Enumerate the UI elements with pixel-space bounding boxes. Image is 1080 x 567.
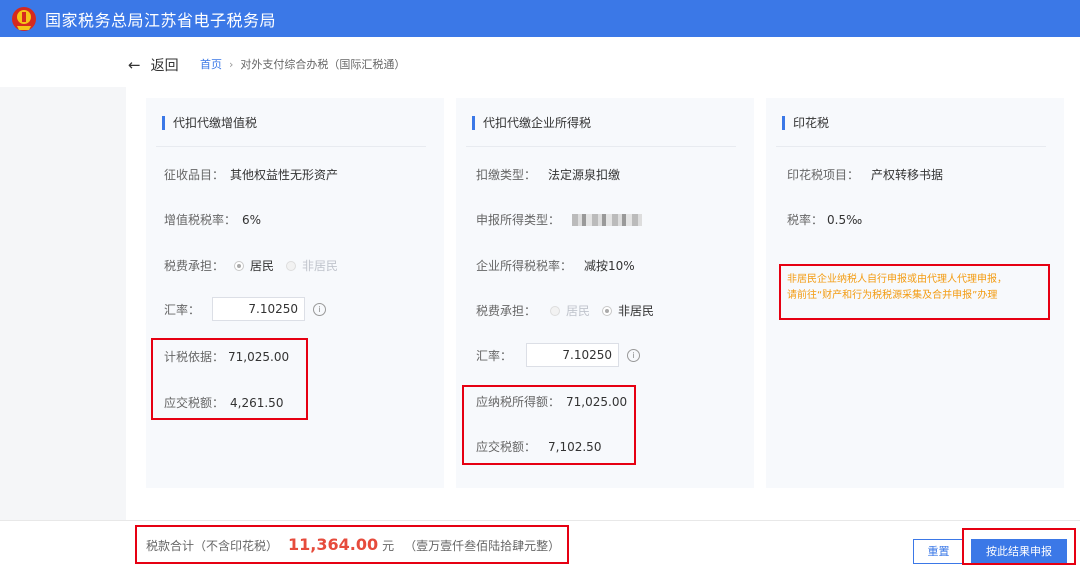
top-header: 国家税务总局江苏省电子税务局 — [0, 0, 1080, 37]
vat-bearer-nonresident-label: 非居民 — [302, 259, 339, 273]
cit-bearer-row: 税费承担： 居民 非居民 — [476, 302, 654, 319]
redacted-value — [572, 213, 643, 226]
cit-type-value: 法定源泉扣缴 — [548, 168, 621, 182]
stamp-item-label: 印花税项目： — [787, 168, 860, 182]
radio-checked-icon — [234, 260, 245, 271]
vat-card-title: 代扣代缴增值税 — [162, 116, 257, 130]
cit-fx-label: 汇率： — [476, 348, 513, 363]
cit-bearer-nonresident-label: 非居民 — [618, 304, 655, 318]
vat-bearer-row: 税费承担： 居民 非居民 — [164, 257, 338, 274]
cit-bearer-label: 税费承担： — [476, 304, 537, 318]
cit-rate-value: 减按10% — [584, 259, 635, 273]
divider — [776, 146, 1046, 147]
highlight-box — [151, 338, 308, 420]
radio-unchecked-icon — [550, 305, 561, 316]
breadcrumb-current: 对外支付综合办税（国际汇税通） — [240, 58, 406, 71]
breadcrumb-separator: › — [229, 57, 234, 71]
cit-income-type-row: 申报所得类型： — [476, 211, 643, 228]
back-label: 返回 — [150, 58, 179, 74]
nav-bar: ← 返回 首页 › 对外支付综合办税（国际汇税通） — [0, 37, 1080, 87]
stamp-item-row: 印花税项目： 产权转移书据 — [787, 166, 943, 183]
site-title: 国家税务总局江苏省电子税务局 — [45, 10, 277, 30]
cit-fx-input[interactable]: 7.10250 — [526, 343, 620, 367]
breadcrumb-home-link[interactable]: 首页 — [200, 56, 222, 72]
back-button[interactable]: ← 返回 — [128, 55, 179, 75]
breadcrumb: 首页 › 对外支付综合办税（国际汇税通） — [200, 56, 405, 72]
cit-fx-row: 汇率： 7.10250 i — [476, 343, 641, 367]
stamp-rate-row: 税率： 0.5‰ — [787, 211, 862, 228]
vat-item-row: 征收品目： 其他权益性无形资产 — [164, 166, 338, 183]
divider — [466, 146, 736, 147]
vat-bearer-resident-label: 居民 — [250, 259, 275, 273]
stamp-card-title: 印花税 — [782, 116, 829, 130]
cit-type-row: 扣缴类型： 法定源泉扣缴 — [476, 166, 620, 183]
stamp-item-value: 产权转移书据 — [871, 168, 944, 182]
cit-rate-label: 企业所得税税率： — [476, 259, 573, 273]
cit-card-title: 代扣代缴企业所得税 — [472, 116, 591, 130]
vat-card: 代扣代缴增值税 — [146, 98, 444, 488]
left-gutter — [0, 87, 126, 520]
cit-rate-row: 企业所得税税率： 减按10% — [476, 257, 635, 274]
highlight-box — [462, 385, 636, 465]
info-circle-icon[interactable]: i — [313, 302, 327, 316]
tax-emblem-icon — [12, 6, 36, 31]
cit-bearer-nonresident-option[interactable]: 非居民 — [602, 302, 654, 319]
arrow-left-icon: ← — [128, 56, 141, 74]
vat-fx-row: 汇率： 7.10250 i — [164, 297, 327, 321]
vat-fx-label: 汇率： — [164, 302, 201, 317]
vat-item-label: 征收品目： — [164, 168, 225, 182]
vat-item-value: 其他权益性无形资产 — [230, 168, 339, 182]
vat-bearer-label: 税费承担： — [164, 259, 225, 273]
vat-rate-row: 增值税税率： 6% — [164, 211, 261, 228]
vat-bearer-resident-option[interactable]: 居民 — [234, 257, 274, 274]
vat-rate-label: 增值税税率： — [164, 213, 237, 227]
cit-bearer-resident-option[interactable]: 居民 — [550, 302, 590, 319]
highlight-box — [779, 264, 1050, 320]
cit-type-label: 扣缴类型： — [476, 168, 537, 182]
divider — [156, 146, 426, 147]
reset-button[interactable]: 重置 — [913, 539, 964, 564]
stamp-rate-value: 0.5‰ — [827, 212, 863, 227]
radio-unchecked-icon — [286, 260, 297, 271]
vat-rate-value: 6% — [242, 212, 262, 227]
highlight-box — [962, 528, 1076, 565]
vat-bearer-nonresident-option[interactable]: 非居民 — [286, 257, 338, 274]
radio-checked-icon — [602, 305, 613, 316]
highlight-box — [135, 525, 569, 564]
cit-bearer-resident-label: 居民 — [566, 304, 591, 318]
cit-income-type-label: 申报所得类型： — [476, 213, 561, 227]
vat-fx-input[interactable]: 7.10250 — [212, 297, 306, 321]
stamp-rate-label: 税率： — [787, 213, 824, 227]
info-circle-icon[interactable]: i — [627, 348, 641, 362]
